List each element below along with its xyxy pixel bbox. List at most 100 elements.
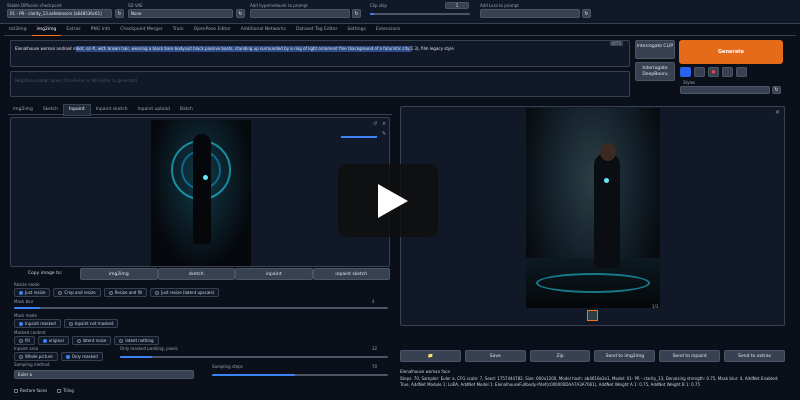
pin-icon[interactable]: ● [708, 67, 719, 77]
mask-mode-inpaint-masked[interactable]: Inpaint masked [14, 319, 61, 328]
figure-silhouette [594, 153, 620, 268]
mask-mode-inpaint-not-masked[interactable]: Inpaint not masked [63, 319, 119, 328]
masked-content-latent-nothing[interactable]: latent nothing [114, 336, 159, 345]
undo-icon[interactable]: ↺ [373, 121, 377, 127]
tab-checkpoint-merger[interactable]: Checkpoint Merger [115, 25, 168, 35]
tab-settings[interactable]: Settings [342, 25, 370, 35]
subtab-sketch[interactable]: Sketch [38, 105, 63, 115]
output-gallery: × 1/3 [400, 106, 785, 326]
info-text: Steps: 70, Sampler: Euler a, CFG scale: … [400, 376, 779, 387]
lora-select[interactable] [480, 9, 580, 18]
close-icon[interactable]: × [382, 121, 386, 127]
checkpoint-label: Stable Diffusion checkpoint [7, 3, 62, 8]
copy-to-inpaint-sketch-button[interactable]: inpaint sketch [312, 268, 390, 280]
tab-additional-networks[interactable]: Additional Networks [236, 25, 291, 35]
subtab-batch[interactable]: Batch [175, 105, 198, 115]
interrogate-clip-button[interactable]: Interrogate CLIP [635, 40, 675, 59]
send-to-img2img-button[interactable]: Send to img2img [594, 350, 656, 362]
video-play-button[interactable] [338, 164, 438, 237]
mask-mode-group: Inpaint masked Inpaint not masked [14, 319, 121, 328]
radio-icon [155, 290, 160, 295]
tab-extras[interactable]: Extras [61, 25, 85, 35]
prompt-textarea[interactable]: Elenalhouse woman android robot, sci-fi,… [10, 40, 630, 67]
mask-blur-label: Mask blur [14, 299, 34, 304]
close-icon[interactable]: × [775, 109, 780, 116]
clipboard-icon[interactable] [722, 67, 733, 77]
sampling-steps-fill [212, 374, 295, 376]
mask-blur-fill [14, 307, 40, 309]
open-folder-button[interactable]: 📁 [400, 350, 461, 362]
save-button[interactable]: Save [464, 350, 526, 362]
masked-content-fill[interactable]: fill [14, 336, 35, 345]
styles-label: Styles [683, 80, 696, 85]
resize-option-just-resize[interactable]: Just resize [14, 288, 51, 297]
interrogate-deepbooru-button[interactable]: Interrogate DeepBooru [635, 62, 675, 81]
resize-option-crop[interactable]: Crop and resize [53, 288, 101, 297]
vae-select[interactable]: None [128, 9, 233, 18]
subtab-inpaint-sketch[interactable]: Inpaint sketch [91, 105, 133, 115]
copy-to-inpaint-button[interactable]: inpaint [235, 268, 313, 280]
radio-icon [119, 338, 124, 343]
vae-label: SD VAE [128, 3, 143, 8]
radio-icon [68, 321, 73, 326]
send-to-extras-button[interactable]: Send to extras [724, 350, 785, 362]
masked-content-original[interactable]: original [37, 336, 69, 345]
copy-to-img2img-button[interactable]: img2img [80, 268, 158, 280]
restore-faces-checkbox[interactable]: Restore faces [14, 388, 47, 393]
mask-blur-slider[interactable] [14, 307, 388, 309]
radio-icon [76, 338, 81, 343]
refresh-checkpoint-button[interactable]: ↻ [115, 9, 124, 18]
copy-image-row: Copy image to: img2img sketch inpaint in… [10, 268, 390, 280]
paste-icon[interactable] [680, 67, 691, 77]
brush-icon[interactable]: ✎ [382, 131, 386, 137]
resize-mode-group: Just resize Crop and resize Resize and fil… [14, 288, 222, 297]
clipskip-slider[interactable] [370, 13, 470, 15]
inpaint-area-whole[interactable]: Whole picture [14, 352, 58, 361]
save-style-icon[interactable] [736, 67, 747, 77]
checkpoint-select[interactable]: 01 - PR - clarity_13.safetensors [a64853… [7, 9, 112, 18]
inpaint-area-only-masked[interactable]: Only masked [60, 352, 103, 361]
output-image[interactable] [526, 108, 660, 308]
subtab-img2img[interactable]: img2img [8, 105, 38, 115]
radio-icon [19, 338, 23, 343]
tab-extensions[interactable]: Extensions [371, 25, 405, 35]
refresh-vae-button[interactable]: ↻ [236, 9, 245, 18]
resize-option-latent[interactable]: Just resize (latent upscale) [150, 288, 220, 297]
tab-img2img[interactable]: img2img [31, 25, 62, 36]
copy-to-sketch-button[interactable]: sketch [157, 268, 235, 280]
refresh-styles-button[interactable]: ↻ [772, 86, 781, 94]
gallery-thumbnail[interactable] [587, 310, 598, 321]
resize-option-fill[interactable]: Resize and fill [103, 288, 148, 297]
send-to-inpaint-button[interactable]: Send to inpaint [659, 350, 721, 362]
tab-txt2img[interactable]: txt2img [4, 25, 32, 35]
tiling-checkbox[interactable]: Tiling [57, 388, 74, 393]
inpaint-area-label: Inpaint area [14, 346, 39, 351]
sampling-method-select[interactable]: Euler a [14, 370, 194, 379]
tab-png-info[interactable]: PNG Info [86, 25, 116, 35]
clipskip-number[interactable]: 1 [445, 2, 469, 9]
negative-prompt-textarea[interactable]: Negative prompt (press Ctrl+Enter or Alt… [10, 71, 630, 97]
refresh-lora-button[interactable]: ↻ [582, 9, 591, 18]
checkbox-icon [57, 388, 62, 393]
styles-select[interactable] [680, 86, 770, 94]
mask-blur-value: 4 [372, 299, 375, 304]
copy-image-label: Copy image to: [27, 271, 63, 276]
brush-size-slider[interactable] [341, 136, 377, 138]
generate-button[interactable]: Generate [679, 40, 783, 64]
radio-icon [58, 290, 63, 295]
zip-button[interactable]: Zip [529, 350, 591, 362]
padding-slider[interactable] [120, 356, 388, 358]
refresh-hypernet-button[interactable]: ↻ [352, 9, 361, 18]
tab-train[interactable]: Train [168, 25, 189, 35]
lora-label: Add Lora to prompt [480, 3, 519, 8]
subtab-inpaint-upload[interactable]: Inpaint upload [132, 105, 174, 115]
hypernet-select[interactable] [250, 9, 350, 18]
subtab-inpaint[interactable]: Inpaint [63, 104, 91, 116]
tab-openpose-editor[interactable]: OpenPose Editor [189, 25, 236, 35]
padding-label: Only masked padding, pixels [120, 346, 178, 351]
masked-content-latent-noise[interactable]: latent noise [71, 336, 112, 345]
trash-icon[interactable] [694, 67, 705, 77]
tab-dataset-tag-editor[interactable]: Dataset Tag Editor [291, 25, 342, 35]
inpaint-canvas[interactable]: ↺ × ✎ [10, 117, 390, 267]
main-tabs: txt2img img2img Extras PNG Info Checkpoint M… [4, 25, 796, 36]
